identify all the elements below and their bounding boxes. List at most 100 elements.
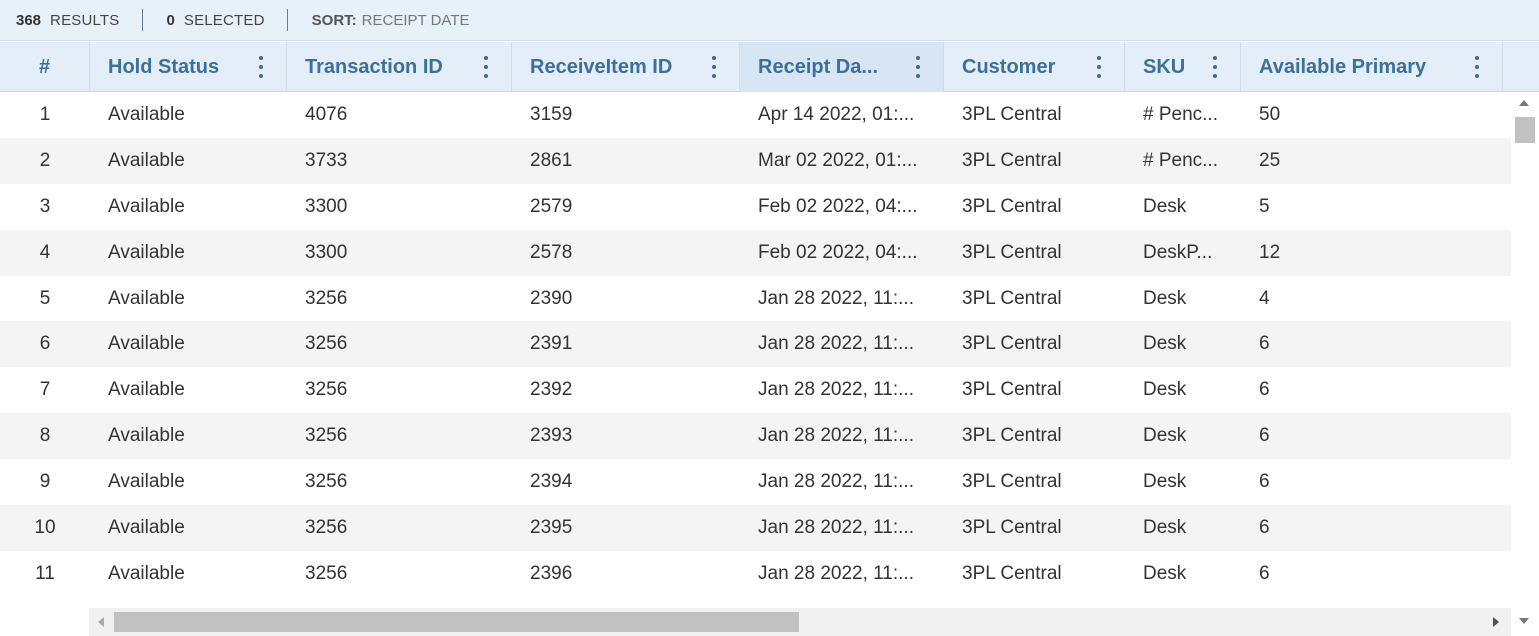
horizontal-scrollbar[interactable] [89, 608, 1511, 636]
table-row[interactable]: 3 Available 3300 2579 Feb 02 2022, 04:... 3PL… [0, 183, 1511, 230]
scroll-left-arrow-icon[interactable] [98, 617, 104, 627]
column-header-label: # [38, 55, 51, 78]
cell-sku: # Penc... [1143, 149, 1218, 171]
cell-hold-status: Available [108, 149, 185, 171]
scroll-up-arrow-icon[interactable] [1519, 100, 1529, 106]
column-menu-icon[interactable] [1474, 56, 1480, 78]
cell-customer: 3PL Central [962, 379, 1062, 401]
scroll-down-arrow-icon[interactable] [1519, 618, 1529, 624]
cell-row-number: 4 [39, 241, 51, 263]
cell-available-primary: 6 [1259, 425, 1270, 447]
column-header-row-number[interactable]: # [0, 42, 90, 92]
cell-row-number: 7 [39, 379, 51, 401]
cell-receiveitem-id: 2393 [530, 425, 573, 447]
column-menu-icon[interactable] [711, 56, 717, 78]
cell-customer: 3PL Central [962, 562, 1062, 584]
column-menu-icon[interactable] [1096, 56, 1102, 78]
column-header-receiveitem-id[interactable]: ReceiveItem ID [512, 42, 740, 92]
cell-row-number: 1 [39, 103, 51, 125]
cell-row-number: 9 [39, 471, 51, 493]
cell-receiveitem-id: 2396 [530, 562, 573, 584]
cell-sku: Desk [1143, 195, 1187, 217]
cell-hold-status: Available [108, 103, 185, 125]
sort-indicator: SORT: RECEIPT DATE [286, 9, 492, 31]
cell-receipt-date: Jan 28 2022, 11:... [758, 562, 914, 584]
column-menu-icon[interactable] [483, 56, 489, 78]
cell-transaction-id: 3256 [305, 287, 348, 309]
table-row[interactable]: 4 Available 3300 2578 Feb 02 2022, 04:... 3PL… [0, 229, 1511, 276]
cell-customer: 3PL Central [962, 471, 1062, 493]
horizontal-scroll-thumb[interactable] [114, 612, 799, 632]
cell-sku: Desk [1143, 379, 1187, 401]
cell-hold-status: Available [108, 471, 185, 493]
cell-sku: DeskP... [1143, 241, 1213, 263]
cell-receipt-date: Jan 28 2022, 11:... [758, 471, 914, 493]
cell-sku: Desk [1143, 471, 1187, 493]
column-header-transaction-id[interactable]: Transaction ID [287, 42, 512, 92]
cell-customer: 3PL Central [962, 516, 1062, 538]
table-row[interactable]: 10 Available 3256 2395 Jan 28 2022, 11:... 3P… [0, 505, 1511, 551]
cell-available-primary: 6 [1259, 471, 1270, 493]
cell-row-number: 6 [39, 333, 51, 355]
cell-transaction-id: 3256 [305, 379, 348, 401]
cell-receipt-date: Jan 28 2022, 11:... [758, 333, 914, 355]
column-header-label: Available Primary [1259, 55, 1427, 78]
table-row[interactable]: 9 Available 3256 2394 Jan 28 2022, 11:... 3PL… [0, 459, 1511, 506]
cell-customer: 3PL Central [962, 103, 1062, 125]
grid-header-row: # Hold Status Transaction ID ReceiveItem ID… [0, 42, 1539, 92]
column-header-label: Receipt Da... [758, 55, 879, 78]
cell-receiveitem-id: 2390 [530, 287, 573, 309]
cell-transaction-id: 3733 [305, 149, 348, 171]
cell-receiveitem-id: 2579 [530, 195, 573, 217]
grid-body[interactable]: 1 Available 4076 3159 Apr 14 2022, 01:... 3PL… [0, 92, 1511, 598]
cell-hold-status: Available [108, 562, 185, 584]
cell-sku: Desk [1143, 287, 1187, 309]
column-header-receipt-date[interactable]: Receipt Da... [740, 42, 944, 92]
cell-receiveitem-id: 2391 [530, 333, 573, 355]
column-header-available-primary[interactable]: Available Primary [1241, 42, 1503, 92]
cell-customer: 3PL Central [962, 287, 1062, 309]
column-menu-icon[interactable] [1212, 56, 1218, 78]
cell-sku: Desk [1143, 562, 1187, 584]
cell-hold-status: Available [108, 516, 185, 538]
cell-transaction-id: 3256 [305, 516, 348, 538]
cell-receipt-date: Feb 02 2022, 04:... [758, 195, 918, 217]
column-header-sku[interactable]: SKU [1125, 42, 1241, 92]
cell-row-number: 11 [35, 562, 55, 584]
cell-customer: 3PL Central [962, 195, 1062, 217]
cell-hold-status: Available [108, 195, 185, 217]
cell-row-number: 8 [39, 425, 51, 447]
cell-hold-status: Available [108, 241, 185, 263]
table-row[interactable]: 11 Available 3256 2396 Jan 28 2022, 11:... 3P… [0, 550, 1511, 597]
cell-receiveitem-id: 2861 [530, 149, 573, 171]
selected-count: 0 SELECTED [141, 9, 287, 31]
table-row[interactable]: 2 Available 3733 2861 Mar 02 2022, 01:... 3PL… [0, 137, 1511, 184]
table-row[interactable]: 6 Available 3256 2391 Jan 28 2022, 11:... 3PL… [0, 321, 1511, 368]
cell-available-primary: 25 [1259, 149, 1281, 171]
column-header-customer[interactable]: Customer [944, 42, 1125, 92]
table-row[interactable]: 7 Available 3256 2392 Jan 28 2022, 11:... 3PL… [0, 367, 1511, 414]
cell-hold-status: Available [108, 379, 185, 401]
cell-available-primary: 6 [1259, 333, 1270, 355]
cell-row-number: 5 [39, 287, 51, 309]
cell-customer: 3PL Central [962, 241, 1062, 263]
cell-customer: 3PL Central [962, 333, 1062, 355]
column-header-hold-status[interactable]: Hold Status [90, 42, 287, 92]
table-row[interactable]: 8 Available 3256 2393 Jan 28 2022, 11:... 3PL… [0, 413, 1511, 460]
vertical-scroll-thumb[interactable] [1515, 117, 1535, 143]
vertical-scrollbar[interactable] [1511, 92, 1539, 636]
table-row[interactable]: 1 Available 4076 3159 Apr 14 2022, 01:... 3PL… [0, 92, 1511, 138]
cell-transaction-id: 3256 [305, 562, 348, 584]
cell-receiveitem-id: 2395 [530, 516, 573, 538]
results-summary-bar: 368 RESULTS 0 SELECTED SORT: RECEIPT DAT… [0, 0, 1539, 41]
cell-available-primary: 6 [1259, 516, 1270, 538]
cell-transaction-id: 3256 [305, 333, 348, 355]
cell-receipt-date: Feb 02 2022, 04:... [758, 241, 918, 263]
column-menu-icon[interactable] [915, 56, 921, 78]
column-header-label: Customer [962, 55, 1056, 78]
column-menu-icon[interactable] [258, 56, 264, 78]
cell-hold-status: Available [108, 425, 185, 447]
cell-available-primary: 4 [1259, 287, 1270, 309]
scroll-right-arrow-icon[interactable] [1493, 617, 1499, 627]
table-row[interactable]: 5 Available 3256 2390 Jan 28 2022, 11:... 3PL… [0, 275, 1511, 322]
